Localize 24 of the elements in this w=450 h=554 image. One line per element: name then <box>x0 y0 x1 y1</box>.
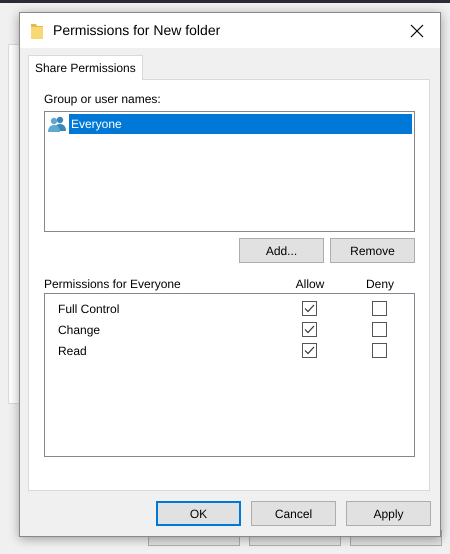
checkbox[interactable] <box>302 322 316 337</box>
checkbox[interactable] <box>302 301 316 316</box>
users-icon <box>47 116 67 132</box>
window-title: Permissions for New folder <box>53 21 222 40</box>
user-item[interactable]: Everyone <box>69 114 412 134</box>
permissions-label: Permissions for Everyone <box>44 276 182 293</box>
tab[interactable]: Share Permissions <box>28 55 143 80</box>
folder-icon <box>31 22 43 38</box>
group-label: Group or user names: <box>44 91 162 108</box>
close-icon[interactable] <box>410 24 424 38</box>
dialog-button[interactable]: OK <box>156 501 241 526</box>
dialog-button[interactable]: Cancel <box>251 501 336 526</box>
checkbox[interactable] <box>372 343 386 358</box>
permission-name: Read <box>58 342 88 360</box>
checkbox[interactable] <box>372 301 386 316</box>
dialog-button[interactable]: Apply <box>346 501 431 526</box>
checkbox[interactable] <box>302 343 316 358</box>
checkbox[interactable] <box>372 322 386 337</box>
column-header: Deny <box>364 276 395 293</box>
dialog-button[interactable]: Add... <box>239 238 324 263</box>
permission-name: Change <box>58 322 102 338</box>
permission-name: Full Control <box>58 300 120 318</box>
column-header: Allow <box>294 276 326 293</box>
dialog-button[interactable]: Remove <box>330 238 415 263</box>
